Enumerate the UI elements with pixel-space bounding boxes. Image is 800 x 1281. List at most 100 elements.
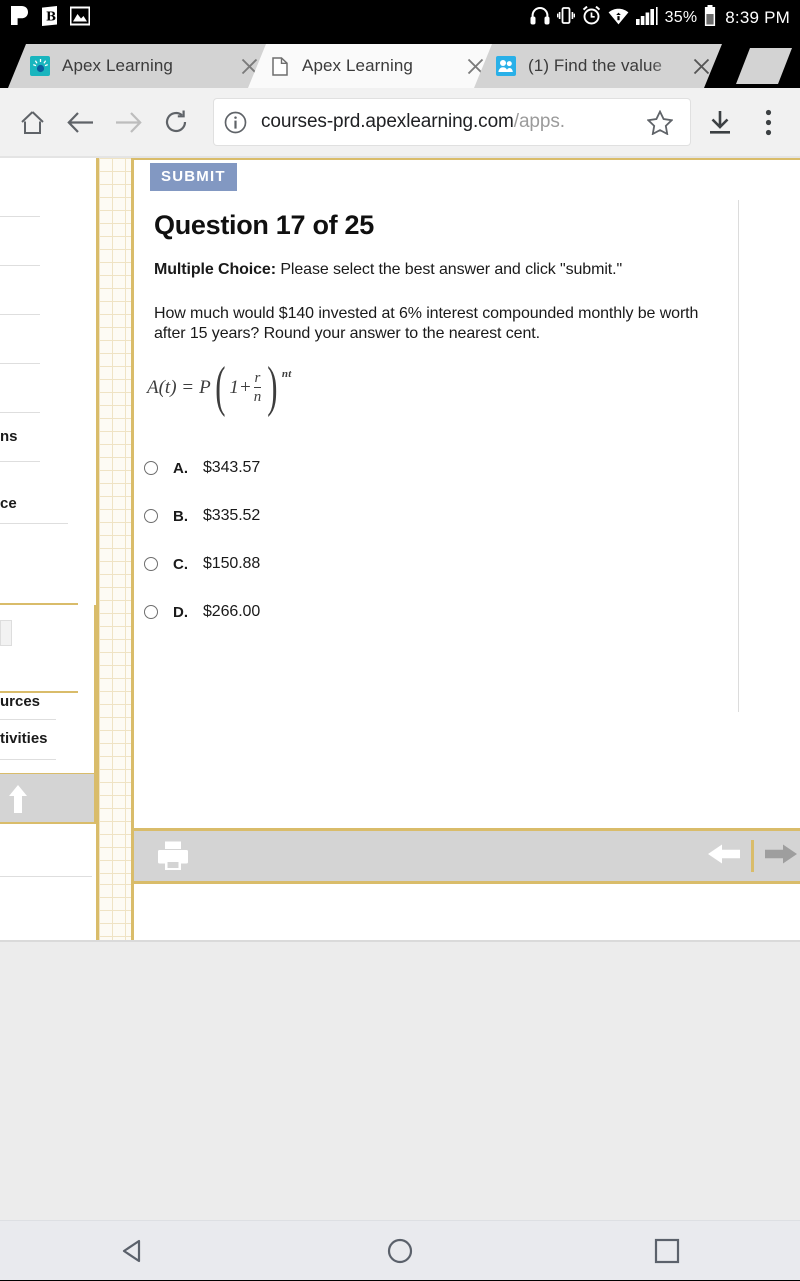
- radio-button-c[interactable]: [144, 557, 158, 571]
- option-value-d: $266.00: [203, 603, 261, 620]
- print-button[interactable]: [156, 840, 190, 872]
- answer-option-d[interactable]: D. $266.00: [144, 588, 260, 636]
- page-title: Question 17 of 25: [154, 210, 374, 240]
- formula-one-plus: 1+: [229, 376, 252, 398]
- formula-lhs: A(t) =: [147, 376, 195, 398]
- sidebar-divider: [0, 216, 40, 217]
- sidebar-divider: [0, 759, 56, 760]
- formula-denominator: n: [253, 389, 262, 406]
- android-home-button[interactable]: [355, 1221, 445, 1281]
- status-clock: 8:39 PM: [725, 8, 790, 27]
- document-favicon: [270, 56, 290, 76]
- recents-square-icon: [654, 1238, 679, 1263]
- radio-button-d[interactable]: [144, 605, 158, 619]
- answer-option-b[interactable]: B. $335.52: [144, 492, 260, 540]
- answer-option-a[interactable]: A. $343.57: [144, 444, 260, 492]
- sidebar-divider: [0, 265, 40, 266]
- lesson-toolbar: [134, 828, 800, 884]
- formula-p: P: [199, 376, 211, 398]
- radio-button-b[interactable]: [144, 509, 158, 523]
- headphones-icon: [530, 6, 550, 30]
- vibrate-icon: [556, 6, 575, 30]
- sidebar-scroll-up-button[interactable]: [0, 773, 96, 824]
- web-page-viewport: ns ce urces tivities acy Policy SUBMIT Q…: [0, 156, 800, 940]
- next-button: [764, 841, 798, 872]
- battery-percent-label: 35%: [664, 9, 698, 26]
- bookmark-star-icon[interactable]: [640, 109, 680, 135]
- android-status-bar: B 35% 8:39 PM: [0, 0, 800, 36]
- page-grid-strip-footer: [96, 884, 134, 940]
- url-domain: courses-prd.apexlearning.com: [261, 111, 514, 132]
- close-icon[interactable]: [690, 55, 712, 77]
- sidebar-divider: [0, 523, 68, 524]
- browser-tab-2-title: (1) Find the value: [528, 56, 663, 75]
- sidebar-divider: [0, 314, 40, 315]
- sidebar-item-truncated-1[interactable]: ce: [0, 495, 17, 512]
- browser-tab-1[interactable]: Apex Learning: [248, 44, 496, 88]
- option-letter-a: A.: [173, 459, 188, 477]
- formula-fraction-bar: [253, 387, 262, 389]
- formula-close-paren: ): [267, 355, 278, 418]
- url-input[interactable]: courses-prd.apexlearning.com/apps.: [261, 111, 640, 133]
- svg-text:B: B: [46, 9, 56, 23]
- option-value-c: $150.88: [203, 555, 261, 572]
- formula-open-paren: (: [214, 355, 226, 418]
- compound-interest-formula-image: A(t) = P ( 1+ r n ) nt: [147, 355, 292, 418]
- lesson-navigation: [707, 840, 800, 872]
- new-tab-button[interactable]: [736, 48, 792, 84]
- browser-overscroll-area: [0, 940, 800, 1220]
- course-sidebar-clipped: ns ce urces tivities acy Policy: [0, 158, 96, 940]
- home-circle-icon: [387, 1238, 413, 1263]
- previous-arrow-icon: [708, 844, 740, 863]
- submit-button[interactable]: SUBMIT: [150, 163, 237, 191]
- home-icon[interactable]: [8, 98, 56, 146]
- up-arrow-icon: [8, 784, 28, 819]
- answer-options-list: A. $343.57 B. $335.52 C. $150.88 D. $266…: [144, 444, 260, 636]
- sidebar-item-activities[interactable]: tivities: [0, 730, 48, 747]
- radio-button-a[interactable]: [144, 461, 158, 475]
- option-letter-b: B.: [173, 507, 188, 525]
- browser-tab-0-title: Apex Learning: [62, 56, 173, 75]
- reload-icon[interactable]: [152, 98, 200, 146]
- instruction-text: Please select the best answer and click …: [275, 261, 623, 278]
- back-icon[interactable]: [56, 98, 104, 146]
- android-navigation-bar: [0, 1220, 800, 1280]
- brainly-people-favicon: [496, 56, 516, 76]
- status-notification-icons: B: [10, 5, 91, 31]
- question-content-area: SUBMIT Question 17 of 25 Multiple Choice…: [134, 158, 800, 940]
- android-recents-button[interactable]: [622, 1221, 712, 1281]
- alarm-icon: [582, 5, 601, 30]
- signal-bars-icon: [635, 6, 658, 30]
- download-icon[interactable]: [696, 98, 744, 146]
- screenshot-image-icon: [69, 6, 91, 31]
- browser-tab-1-title: Apex Learning: [302, 56, 413, 75]
- browser-toolbar: courses-prd.apexlearning.com/apps.: [0, 88, 800, 156]
- formula-exponent: nt: [281, 368, 292, 380]
- wifi-icon: [608, 7, 629, 30]
- content-vertical-divider: [738, 200, 739, 712]
- browser-tab-strip: Apex Learning Apex Learning (1) Find the…: [0, 36, 800, 88]
- android-back-button[interactable]: [88, 1221, 178, 1281]
- sidebar-divider: [0, 363, 40, 364]
- option-value-a: $343.57: [203, 459, 261, 476]
- question-instruction: Multiple Choice: Please select the best …: [154, 261, 622, 279]
- forward-icon: [104, 98, 152, 146]
- formula-fraction: r n: [253, 370, 262, 406]
- b-app-icon: B: [40, 5, 59, 31]
- print-icon: [158, 841, 188, 870]
- browser-tab-2[interactable]: (1) Find the value: [474, 44, 722, 88]
- option-value-b: $335.52: [203, 507, 261, 524]
- url-bar[interactable]: courses-prd.apexlearning.com/apps.: [214, 99, 690, 145]
- toolbar-separator: [751, 840, 754, 872]
- sidebar-item-resources[interactable]: urces: [0, 693, 40, 710]
- info-circle-icon[interactable]: [224, 111, 247, 134]
- url-path: /apps.: [513, 111, 565, 132]
- page-grid-strip: [96, 158, 134, 940]
- sidebar-divider: [0, 719, 56, 720]
- browser-tab-0[interactable]: Apex Learning: [8, 44, 270, 88]
- overscroll-top-divider: [0, 940, 800, 942]
- browser-menu-icon[interactable]: [744, 98, 792, 146]
- previous-button[interactable]: [707, 841, 741, 872]
- sidebar-item-truncated-0[interactable]: ns: [0, 428, 18, 445]
- answer-option-c[interactable]: C. $150.88: [144, 540, 260, 588]
